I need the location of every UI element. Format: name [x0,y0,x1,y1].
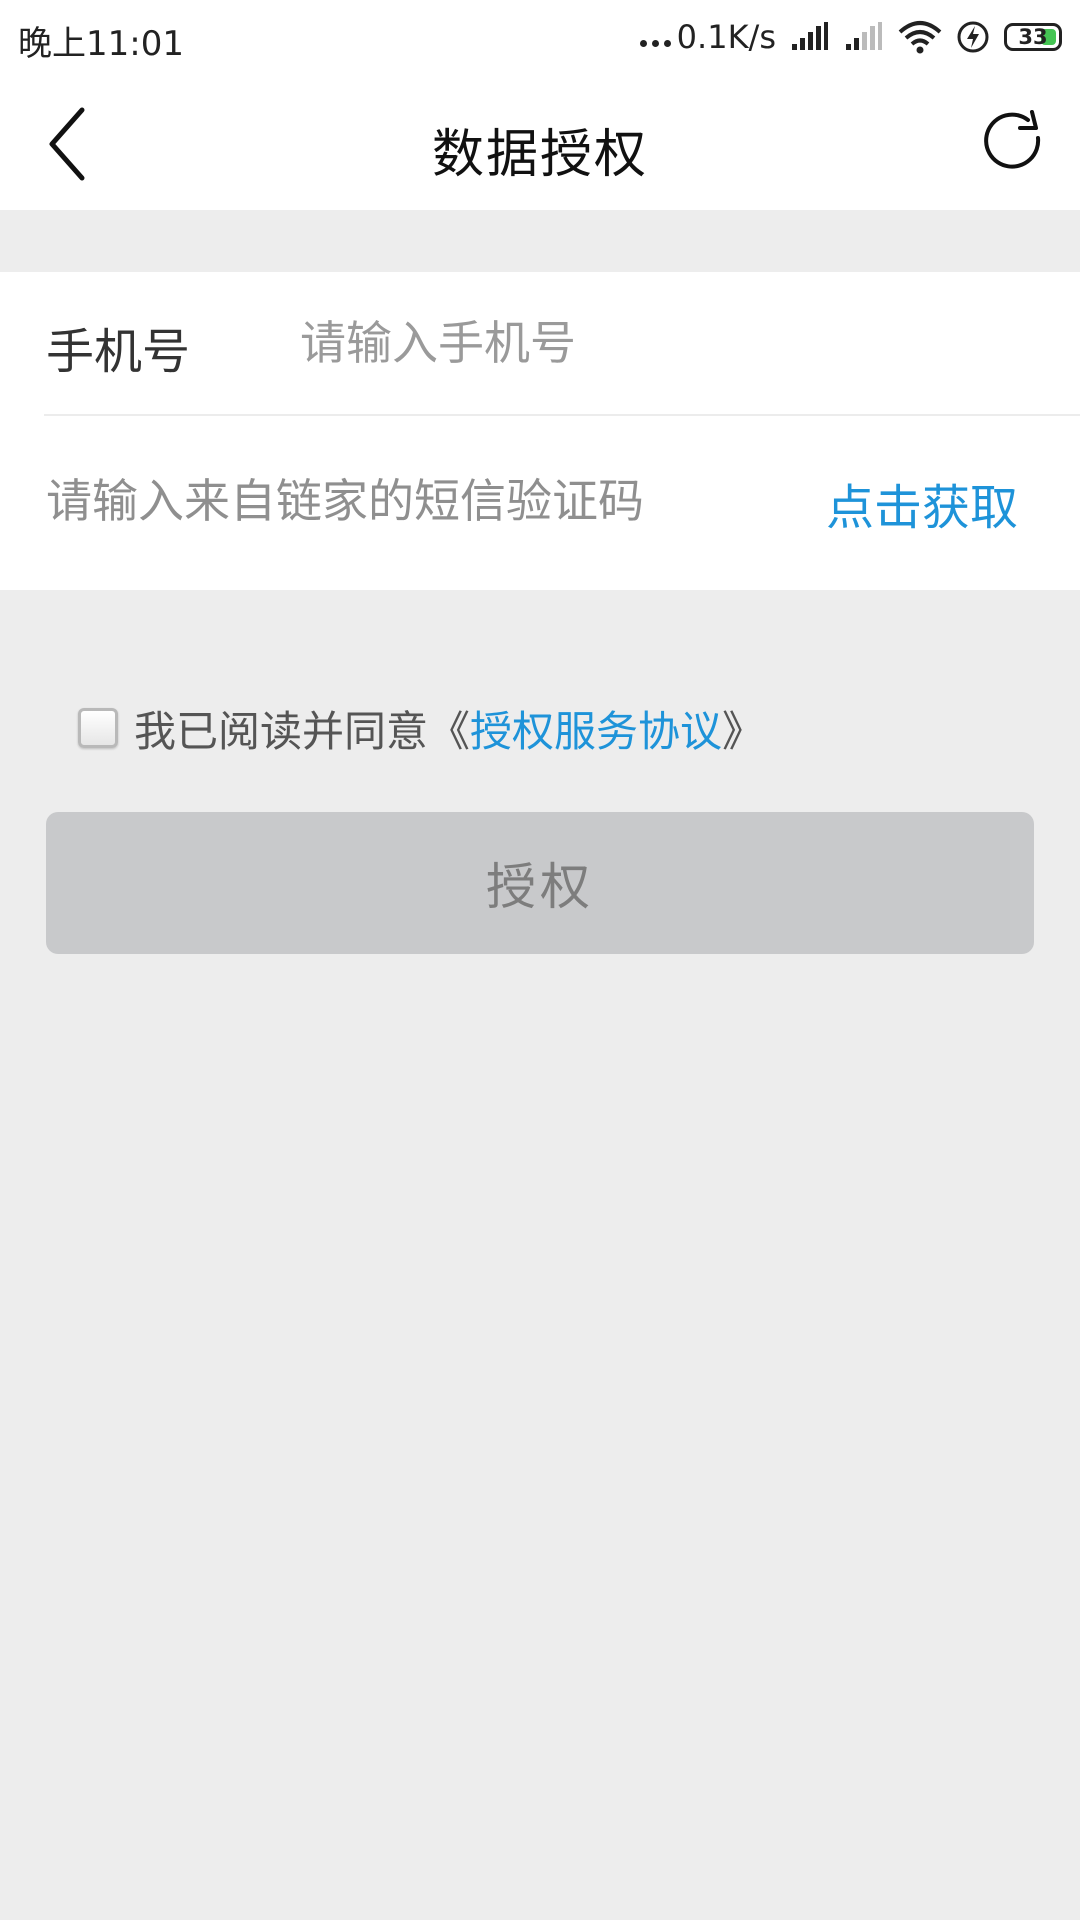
battery-level: 33 [1018,25,1048,49]
status-time: 晚上11:01 [18,24,184,64]
get-code-button[interactable]: 点击获取 [826,468,1018,538]
agreement-link[interactable]: 授权服务协议 [470,698,722,759]
battery-icon: 33 [1004,23,1062,51]
signal-icon [792,22,828,50]
page-title: 数据授权 [431,125,648,185]
authorize-button[interactable]: 授权 [46,812,1034,954]
sms-code-input[interactable] [46,466,766,536]
phone-input[interactable] [300,308,1020,378]
sms-code-row: 点击获取 [0,416,1080,590]
status-bar: 晚上11:01 0.1K/s 33 [0,0,1080,74]
agreement-prefix: 我已阅读并同意《 [134,706,471,756]
more-dots-icon [639,27,671,47]
phone-label: 手机号 [46,324,191,380]
header-bar: 数据授权 [0,74,1080,210]
refresh-button[interactable] [980,108,1050,178]
agreement-suffix: 》 [722,706,765,756]
wifi-icon [898,21,942,54]
status-icons: 0.1K/s 33 [639,14,1062,60]
agreement-row: 我已阅读并同意《 授权服务协议》 [78,698,764,758]
net-speed: 0.1K/s [639,18,776,56]
form-card: 手机号 点击获取 [0,272,1080,590]
phone-row: 手机号 [0,272,1080,414]
refresh-icon [984,110,1041,169]
charging-icon [957,21,989,53]
net-speed-text: 0.1K/s [676,18,776,56]
signal-weak-icon [846,22,882,50]
agreement-checkbox[interactable] [78,708,118,748]
